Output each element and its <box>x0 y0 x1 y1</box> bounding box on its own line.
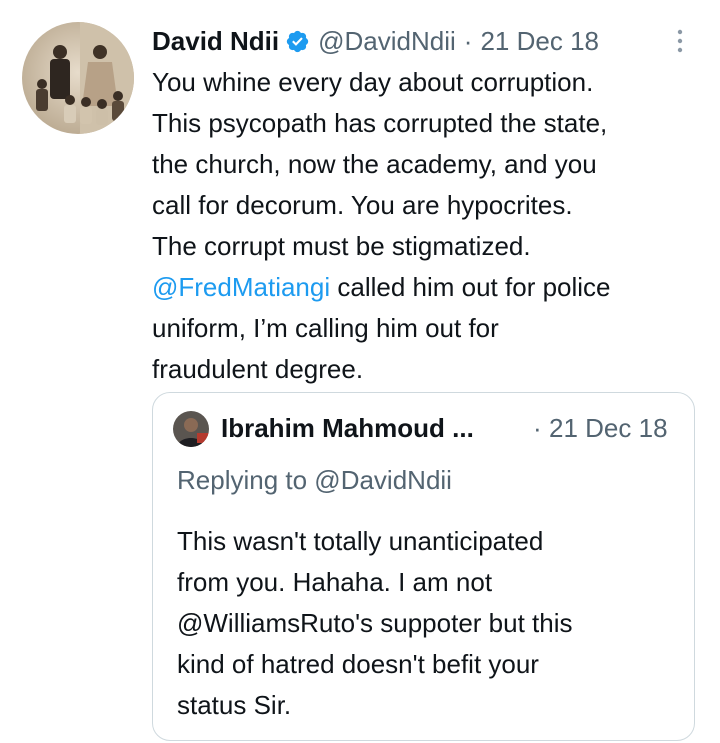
quoted-tweet-date[interactable]: 21 Dec 18 <box>549 413 668 444</box>
tweet-text: You whine every day about corruption. Thi… <box>152 62 702 390</box>
tweet[interactable]: David Ndii @DavidNdii · 21 Dec 18 You wh… <box>0 0 720 743</box>
quoted-tweet[interactable]: Ibrahim Mahmoud ... · 21 Dec 18 Replying… <box>152 392 695 741</box>
tweet-date[interactable]: 21 Dec 18 <box>480 26 599 57</box>
tweet-text-line: uniform, I’m calling him out for <box>152 313 499 343</box>
tweet-header: David Ndii @DavidNdii · 21 Dec 18 <box>152 24 599 58</box>
quoted-text-line: status Sir. <box>177 690 292 720</box>
quoted-tweet-text: This wasn't totally unanticipated from y… <box>177 521 657 726</box>
tweet-text-fragment: called him out for police <box>330 272 611 302</box>
separator-dot: · <box>463 25 473 56</box>
author-handle[interactable]: @DavidNdii <box>318 26 456 57</box>
tweet-text-line: fraudulent degree. <box>152 354 364 384</box>
quoted-author-name[interactable]: Ibrahim Mahmoud ... <box>221 413 474 444</box>
verified-badge-icon <box>285 29 310 54</box>
tweet-text-line: This psycopath has corrupted the state, <box>152 108 608 138</box>
tweet-text-line: the church, now the academy, and you <box>152 149 597 179</box>
tweet-text-line: @FredMatiangi called him out for police <box>152 267 702 308</box>
tweet-text-line: You whine every day about corruption. <box>152 67 594 97</box>
author-avatar[interactable] <box>22 22 134 134</box>
tweet-text-line: call for decorum. You are hypocrites. <box>152 190 573 220</box>
author-name[interactable]: David Ndii <box>152 26 279 57</box>
separator-dot: · <box>533 413 542 443</box>
quoted-author-avatar[interactable] <box>173 411 209 447</box>
quoted-text-line: from you. Hahaha. I am not <box>177 567 493 597</box>
quoted-text-line: This wasn't totally unanticipated <box>177 526 544 556</box>
replying-to[interactable]: Replying to @DavidNdii <box>177 465 452 496</box>
mention-link[interactable]: @FredMatiangi <box>152 272 330 302</box>
tweet-text-line: The corrupt must be stigmatized. <box>152 231 531 261</box>
quoted-text-line: @WilliamsRuto's suppoter but this <box>177 608 573 638</box>
more-options-icon[interactable] <box>672 26 688 56</box>
quoted-text-line: kind of hatred doesn't befit your <box>177 649 539 679</box>
